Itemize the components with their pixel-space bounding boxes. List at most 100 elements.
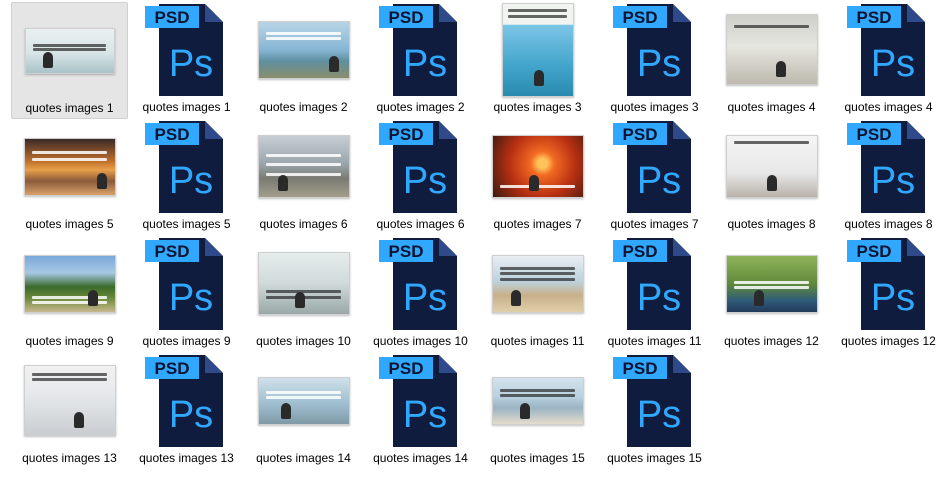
psd-badge-text: PSD bbox=[856, 8, 891, 27]
photoshop-logo-text: Ps bbox=[870, 43, 914, 85]
psd-badge-text: PSD bbox=[388, 242, 423, 261]
psd-file-item[interactable]: PSD Ps quotes images 1 bbox=[128, 2, 245, 119]
psd-file-item[interactable]: PSD Ps quotes images 4 bbox=[830, 2, 938, 119]
file-name-label: quotes images 11 bbox=[490, 334, 585, 348]
file-name-label: quotes images 2 bbox=[376, 100, 465, 114]
image-preview-container bbox=[23, 119, 116, 214]
image-thumbnail bbox=[257, 252, 350, 315]
psd-file-item[interactable]: PSD Ps quotes images 2 bbox=[362, 2, 479, 119]
image-preview-container bbox=[257, 236, 350, 331]
psd-file-icon-container: PSD Ps bbox=[843, 2, 935, 97]
image-thumbnail bbox=[257, 135, 350, 198]
psd-file-item[interactable]: PSD Ps quotes images 12 bbox=[830, 236, 938, 353]
psd-file-item[interactable]: PSD Ps quotes images 9 bbox=[128, 236, 245, 353]
psd-file-icon-container: PSD Ps bbox=[375, 2, 467, 97]
file-name-label: quotes images 4 bbox=[727, 100, 816, 114]
image-file-item[interactable]: quotes images 11 bbox=[479, 236, 596, 353]
psd-file-icon-container: PSD Ps bbox=[843, 119, 935, 214]
psd-file-icon-container: PSD Ps bbox=[609, 119, 701, 214]
file-name-label: quotes images 14 bbox=[373, 451, 468, 465]
photoshop-logo-text: Ps bbox=[636, 160, 680, 202]
image-file-item[interactable]: quotes images 6 bbox=[245, 119, 362, 236]
photoshop-logo-text: Ps bbox=[168, 394, 212, 436]
psd-file-item[interactable]: PSD Ps quotes images 6 bbox=[362, 119, 479, 236]
psd-file-item[interactable]: PSD Ps quotes images 13 bbox=[128, 353, 245, 470]
file-name-label: quotes images 1 bbox=[142, 100, 231, 114]
psd-file-item[interactable]: PSD Ps quotes images 14 bbox=[362, 353, 479, 470]
photoshop-logo-text: Ps bbox=[636, 394, 680, 436]
image-preview-container bbox=[491, 236, 584, 331]
psd-file-item[interactable]: PSD Ps quotes images 3 bbox=[596, 2, 713, 119]
image-file-item[interactable]: quotes images 15 bbox=[479, 353, 596, 470]
file-name-label: quotes images 12 bbox=[841, 334, 936, 348]
image-file-item[interactable]: quotes images 8 bbox=[713, 119, 830, 236]
psd-file-item[interactable]: PSD Ps quotes images 15 bbox=[596, 353, 713, 470]
psd-file-icon: PSD Ps bbox=[144, 3, 223, 96]
psd-badge-text: PSD bbox=[154, 359, 189, 378]
psd-file-icon-container: PSD Ps bbox=[141, 119, 233, 214]
file-name-label: quotes images 3 bbox=[493, 100, 582, 114]
image-file-item[interactable]: quotes images 5 bbox=[11, 119, 128, 236]
file-name-label: quotes images 7 bbox=[493, 217, 582, 231]
file-name-label: quotes images 4 bbox=[844, 100, 933, 114]
image-file-item[interactable]: quotes images 9 bbox=[11, 236, 128, 353]
file-icon-grid: quotes images 1 PSD Ps quotes images 1 quote… bbox=[0, 0, 938, 501]
file-name-label: quotes images 15 bbox=[490, 451, 585, 465]
psd-file-icon: PSD Ps bbox=[846, 237, 925, 330]
psd-file-item[interactable]: PSD Ps quotes images 7 bbox=[596, 119, 713, 236]
image-thumbnail bbox=[257, 376, 350, 425]
photoshop-logo-text: Ps bbox=[636, 277, 680, 319]
psd-file-item[interactable]: PSD Ps quotes images 5 bbox=[128, 119, 245, 236]
image-thumbnail bbox=[257, 20, 350, 79]
image-thumbnail bbox=[491, 254, 584, 313]
image-thumbnail bbox=[501, 2, 574, 97]
psd-file-icon-container: PSD Ps bbox=[375, 119, 467, 214]
image-preview-container bbox=[491, 119, 584, 214]
psd-file-icon: PSD Ps bbox=[612, 120, 691, 213]
file-name-label: quotes images 9 bbox=[142, 334, 231, 348]
file-name-label: quotes images 2 bbox=[259, 100, 348, 114]
image-preview-container bbox=[23, 236, 116, 331]
image-file-item[interactable]: quotes images 7 bbox=[479, 119, 596, 236]
image-thumbnail bbox=[725, 135, 818, 198]
psd-file-item[interactable]: PSD Ps quotes images 11 bbox=[596, 236, 713, 353]
psd-badge-text: PSD bbox=[856, 242, 891, 261]
psd-file-icon-container: PSD Ps bbox=[609, 353, 701, 448]
photoshop-logo-text: Ps bbox=[870, 160, 914, 202]
image-preview-container bbox=[725, 119, 818, 214]
file-name-label: quotes images 6 bbox=[376, 217, 465, 231]
file-name-label: quotes images 13 bbox=[22, 451, 117, 465]
file-name-label: quotes images 6 bbox=[259, 217, 348, 231]
image-thumbnail bbox=[24, 27, 115, 74]
psd-file-icon: PSD Ps bbox=[378, 3, 457, 96]
image-file-item[interactable]: quotes images 10 bbox=[245, 236, 362, 353]
photoshop-logo-text: Ps bbox=[636, 43, 680, 85]
image-preview-container bbox=[257, 2, 350, 97]
file-name-label: quotes images 9 bbox=[25, 334, 114, 348]
psd-badge-text: PSD bbox=[388, 8, 423, 27]
psd-file-item[interactable]: PSD Ps quotes images 8 bbox=[830, 119, 938, 236]
psd-badge-text: PSD bbox=[388, 359, 423, 378]
file-name-label: quotes images 14 bbox=[256, 451, 351, 465]
psd-file-icon: PSD Ps bbox=[378, 120, 457, 213]
image-preview-container bbox=[491, 353, 584, 448]
psd-badge-text: PSD bbox=[622, 242, 657, 261]
image-file-item[interactable]: quotes images 13 bbox=[11, 353, 128, 470]
image-file-item[interactable]: quotes images 2 bbox=[245, 2, 362, 119]
image-file-item[interactable]: quotes images 12 bbox=[713, 236, 830, 353]
psd-badge-text: PSD bbox=[622, 359, 657, 378]
psd-file-icon-container: PSD Ps bbox=[609, 2, 701, 97]
image-file-item[interactable]: quotes images 3 bbox=[479, 2, 596, 119]
photoshop-logo-text: Ps bbox=[870, 277, 914, 319]
psd-file-item[interactable]: PSD Ps quotes images 10 bbox=[362, 236, 479, 353]
file-name-label: quotes images 5 bbox=[25, 217, 114, 231]
image-file-item[interactable]: quotes images 4 bbox=[713, 2, 830, 119]
image-file-item[interactable]: quotes images 14 bbox=[245, 353, 362, 470]
photoshop-logo-text: Ps bbox=[168, 160, 212, 202]
psd-file-icon: PSD Ps bbox=[612, 354, 691, 447]
psd-file-icon: PSD Ps bbox=[612, 3, 691, 96]
file-name-label: quotes images 7 bbox=[610, 217, 699, 231]
image-file-item[interactable]: quotes images 1 bbox=[11, 2, 128, 119]
image-thumbnail bbox=[23, 254, 116, 313]
psd-file-icon: PSD Ps bbox=[378, 237, 457, 330]
